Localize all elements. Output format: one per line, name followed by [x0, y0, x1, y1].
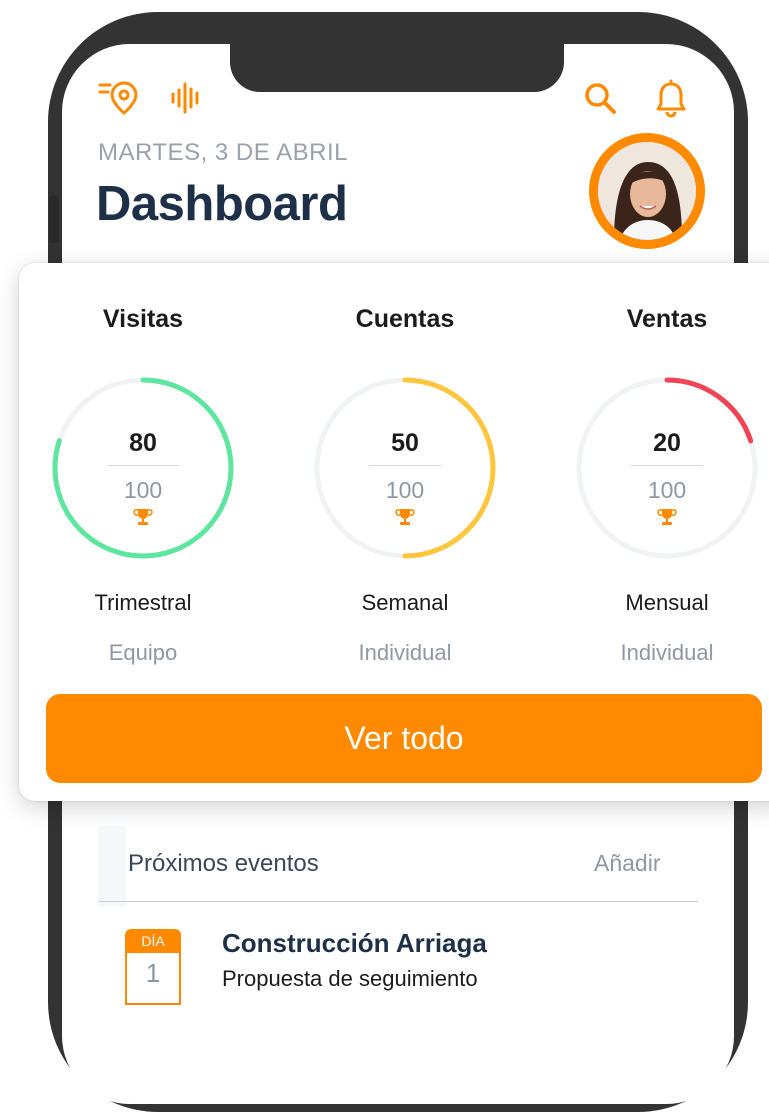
add-event-link[interactable]: Añadir [594, 850, 660, 877]
day-number: 1 [125, 953, 181, 1005]
gauge-ventas [576, 377, 758, 559]
events-card-edge [98, 826, 126, 906]
gauge-cuentas [314, 377, 496, 559]
stat-period-ventas: Mensual [625, 590, 709, 615]
trophy-icon [657, 509, 677, 525]
stat-title-ventas: Ventas [626, 305, 708, 333]
page-title: Dashboard [96, 177, 348, 231]
phone-notch [230, 44, 564, 92]
stat-total-cuentas: 100 [385, 477, 425, 503]
stat-total-ventas: 100 [647, 477, 687, 503]
gauge-divider [631, 465, 703, 466]
stat-scope-ventas: Individual [620, 640, 714, 665]
stat-period-visitas: Trimestral [94, 590, 192, 615]
trophy-icon [133, 509, 153, 525]
gauge-divider [369, 465, 441, 466]
date-label: MARTES, 3 DE ABRIL [98, 139, 348, 166]
phone-side-button [49, 195, 59, 243]
events-divider [98, 901, 698, 902]
stat-value-visitas: 80 [129, 429, 157, 457]
audio-wave-icon[interactable] [169, 81, 203, 120]
events-title: Próximos eventos [128, 850, 319, 877]
avatar-photo [598, 142, 696, 240]
gauge-divider [107, 465, 179, 466]
stat-scope-cuentas: Individual [358, 640, 452, 665]
stat-period-cuentas: Semanal [361, 590, 449, 615]
event-name[interactable]: Construcción Arriaga [222, 928, 487, 959]
trophy-icon [395, 509, 415, 525]
stat-value-cuentas: 50 [391, 429, 419, 457]
day-label: DÍA [125, 929, 181, 953]
stat-title-cuentas: Cuentas [355, 305, 455, 333]
search-icon[interactable] [584, 82, 618, 121]
location-pin-icon[interactable] [98, 79, 140, 122]
gauge-visitas [52, 377, 234, 559]
stats-card: Visitas 80 100 Trimestral Equipo Cuentas… [19, 263, 769, 801]
stat-title-visitas: Visitas [102, 305, 184, 333]
bell-icon[interactable] [655, 79, 687, 124]
event-date-badge: DÍA 1 [125, 929, 181, 1005]
view-all-button[interactable]: Ver todo [46, 694, 762, 783]
event-subtitle: Propuesta de seguimiento [222, 966, 478, 991]
stat-value-ventas: 20 [653, 429, 681, 457]
avatar[interactable] [589, 133, 705, 249]
stat-scope-visitas: Equipo [108, 640, 178, 665]
stat-total-visitas: 100 [123, 477, 163, 503]
